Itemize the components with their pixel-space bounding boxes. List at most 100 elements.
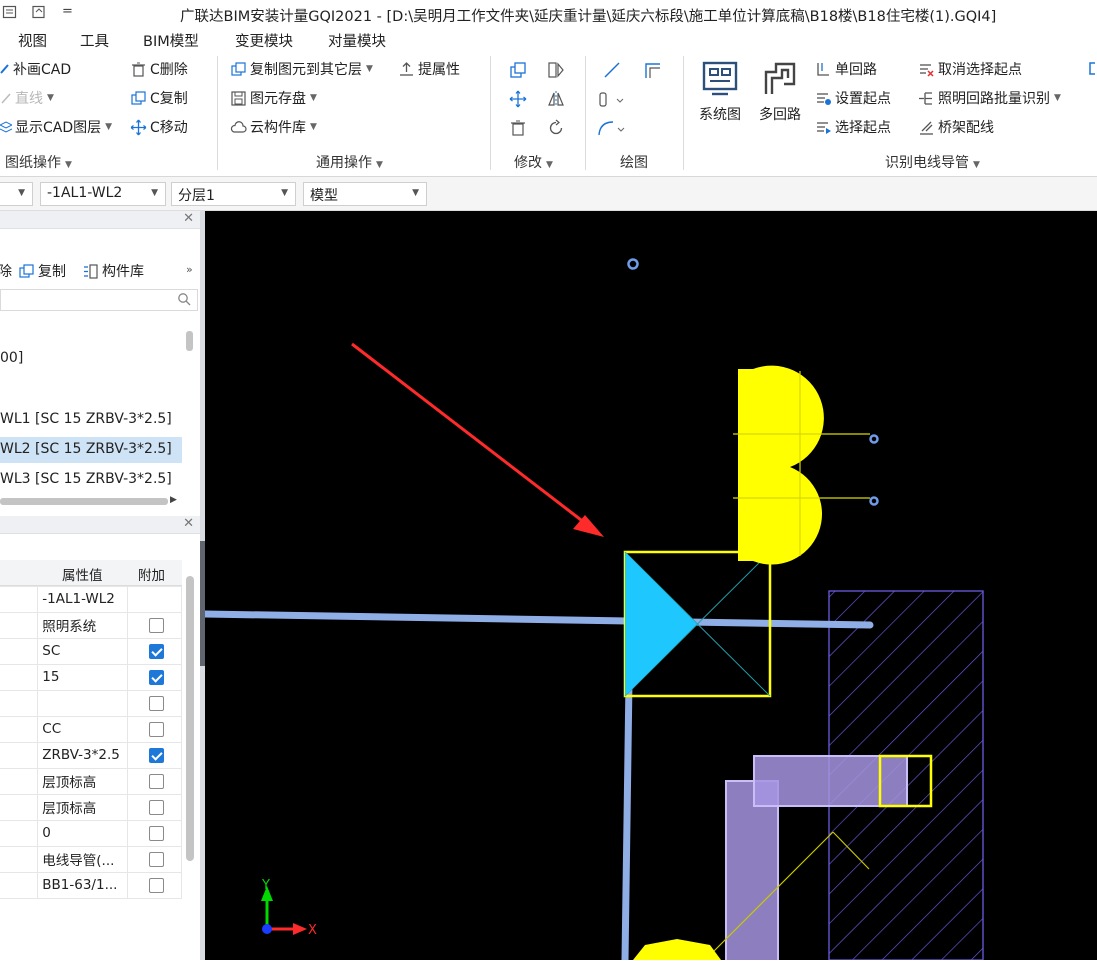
draw-point-icon[interactable] (598, 89, 624, 109)
extra-checkbox[interactable] (149, 877, 165, 893)
menu-tools[interactable]: 工具 (80, 30, 109, 51)
property-row[interactable]: 层顶标高 (0, 794, 182, 821)
extra-checkbox[interactable] (149, 721, 165, 737)
tree-horizontal-scrollbar[interactable] (0, 498, 168, 505)
group-label-recognize[interactable]: 识别电线导管 ▼ (885, 152, 980, 172)
rotate-icon[interactable] (546, 118, 566, 138)
trash-icon[interactable] (508, 118, 528, 138)
set-start-point-button[interactable]: 设置起点 (815, 87, 891, 109)
property-value-cell[interactable]: 电线导管(... (37, 846, 129, 873)
close-icon[interactable]: ✕ (183, 516, 194, 531)
property-row[interactable]: 15 (0, 664, 182, 691)
property-row[interactable]: 0 (0, 820, 182, 847)
extra-checkbox[interactable] (149, 643, 165, 659)
redraw-cad-button[interactable]: 补画CAD (0, 58, 71, 80)
c-copy-button[interactable]: C复制 (130, 87, 188, 109)
group-label-common-ops[interactable]: 通用操作 ▼ (316, 152, 383, 172)
draw-arc-icon[interactable] (596, 118, 626, 138)
property-value-cell[interactable]: 层顶标高 (37, 794, 129, 821)
group-label-drawing-ops[interactable]: 图纸操作 ▼ (5, 152, 72, 172)
component-search-input[interactable] (0, 289, 198, 311)
cable-tray-wiring-button[interactable]: 桥架配线 (918, 116, 994, 138)
close-icon[interactable]: ✕ (183, 211, 194, 226)
scroll-right-icon[interactable]: ▶ (170, 495, 177, 505)
menu-view[interactable]: 视图 (18, 30, 47, 51)
save-elements-button[interactable]: 图元存盘 ▼ (230, 87, 317, 109)
extract-properties-button[interactable]: 提属性 (398, 58, 460, 80)
property-value-cell[interactable]: 层顶标高 (37, 768, 129, 795)
group-label-modify[interactable]: 修改 ▼ (514, 152, 553, 172)
select-start-point-button[interactable]: 选择起点 (815, 116, 891, 138)
cloud-component-library-button[interactable]: 云构件库 ▼ (230, 116, 317, 138)
property-row[interactable]: 照明系统 (0, 612, 182, 639)
property-vertical-scrollbar[interactable] (186, 576, 194, 861)
copy-elements-to-other-layer-button[interactable]: 复制图元到其它层 ▼ (230, 58, 373, 80)
extra-checkbox[interactable] (149, 799, 165, 815)
property-row[interactable]: 电线导管(... (0, 846, 182, 873)
extra-checkbox[interactable] (149, 773, 165, 789)
app-menu-icon[interactable] (2, 4, 18, 24)
extra-checkbox[interactable] (149, 617, 165, 633)
property-row[interactable]: ZRBV-3*2.5 (0, 742, 182, 769)
sync-icon[interactable] (30, 4, 48, 24)
mirror-copy-icon[interactable] (546, 60, 566, 80)
c-delete-button[interactable]: C删除 (130, 58, 188, 80)
property-value-cell[interactable]: SC (37, 638, 129, 665)
drawing-canvas[interactable]: Y X (201, 211, 1097, 964)
layer-select[interactable]: 分层1 ▼ (171, 182, 296, 206)
tree-vertical-scrollbar[interactable] (186, 331, 193, 351)
property-value-cell[interactable]: -1AL1-WL2 (37, 586, 129, 613)
extra-checkbox[interactable] (149, 695, 165, 711)
property-value-cell[interactable]: BB1-63/1... (37, 872, 129, 899)
delete-component-button[interactable]: 除 (0, 260, 12, 282)
cad-drawing[interactable]: Y X (201, 211, 1097, 964)
property-value-cell[interactable]: 照明系统 (37, 612, 129, 639)
circuit-select[interactable]: -1AL1-WL2 ▼ (40, 182, 166, 206)
menu-bim-model[interactable]: BIM模型 (143, 30, 199, 51)
property-row[interactable]: -1AL1-WL2 (0, 586, 182, 613)
property-value-cell[interactable]: 0 (37, 820, 129, 847)
draw-pipe-icon[interactable] (642, 60, 664, 80)
property-row[interactable]: BB1-63/1... (0, 872, 182, 899)
group-label-draw: 绘图 (620, 155, 648, 171)
menu-reconcile-module[interactable]: 对量模块 (328, 30, 386, 51)
show-cad-layers-button[interactable]: 显示CAD图层 ▼ (0, 116, 112, 138)
single-circuit-button[interactable]: 单回路 (815, 58, 877, 80)
first-filter-select[interactable]: ▼ (0, 182, 33, 206)
property-value-cell[interactable]: CC (37, 716, 129, 743)
property-row[interactable]: 层顶标高 (0, 768, 182, 795)
tree-item[interactable]: 00] (0, 346, 182, 372)
property-value-cell[interactable]: ZRBV-3*2.5 (37, 742, 129, 769)
view-select[interactable]: 模型 ▼ (303, 182, 427, 206)
draw-line-icon[interactable] (602, 60, 622, 80)
extra-checkbox[interactable] (149, 851, 165, 867)
tree-item-selected[interactable]: WL2 [SC 15 ZRBV-3*2.5] (0, 437, 182, 463)
move-icon[interactable] (508, 89, 528, 109)
extra-checkbox[interactable] (149, 669, 165, 685)
mirror-icon[interactable] (546, 89, 566, 109)
extra-checkbox[interactable] (149, 747, 165, 763)
more-icon[interactable] (1084, 60, 1097, 77)
tree-item[interactable]: WL1 [SC 15 ZRBV-3*2.5] (0, 407, 182, 433)
group-divider (585, 56, 586, 170)
c-move-button[interactable]: C移动 (130, 116, 188, 138)
component-library-button[interactable]: 构件库 (82, 260, 144, 282)
copy-component-button[interactable]: 复制 (18, 260, 66, 282)
quick-access-menu[interactable]: = (62, 4, 73, 19)
property-row[interactable] (0, 690, 182, 717)
property-name-cell (0, 664, 39, 691)
copy-icon[interactable] (508, 60, 528, 80)
property-value-cell[interactable]: 15 (37, 664, 129, 691)
property-row[interactable]: SC (0, 638, 182, 665)
property-row[interactable]: CC (0, 716, 182, 743)
multi-circuit-button[interactable]: 多回路 (750, 58, 810, 128)
lighting-circuit-batch-recognize-button[interactable]: 照明回路批量识别 ▼ (918, 87, 1061, 109)
extra-checkbox[interactable] (149, 825, 165, 841)
tree-item[interactable]: WL3 [SC 15 ZRBV-3*2.5] (0, 467, 182, 493)
system-diagram-button[interactable]: 系统图 (690, 58, 750, 128)
more-tools-icon[interactable]: » (186, 263, 193, 276)
cancel-start-point-button[interactable]: 取消选择起点 (918, 58, 1022, 80)
property-value-cell[interactable] (37, 690, 129, 717)
menu-change-module[interactable]: 变更模块 (235, 30, 293, 51)
line-button[interactable]: 直线 ▼ (0, 87, 54, 109)
